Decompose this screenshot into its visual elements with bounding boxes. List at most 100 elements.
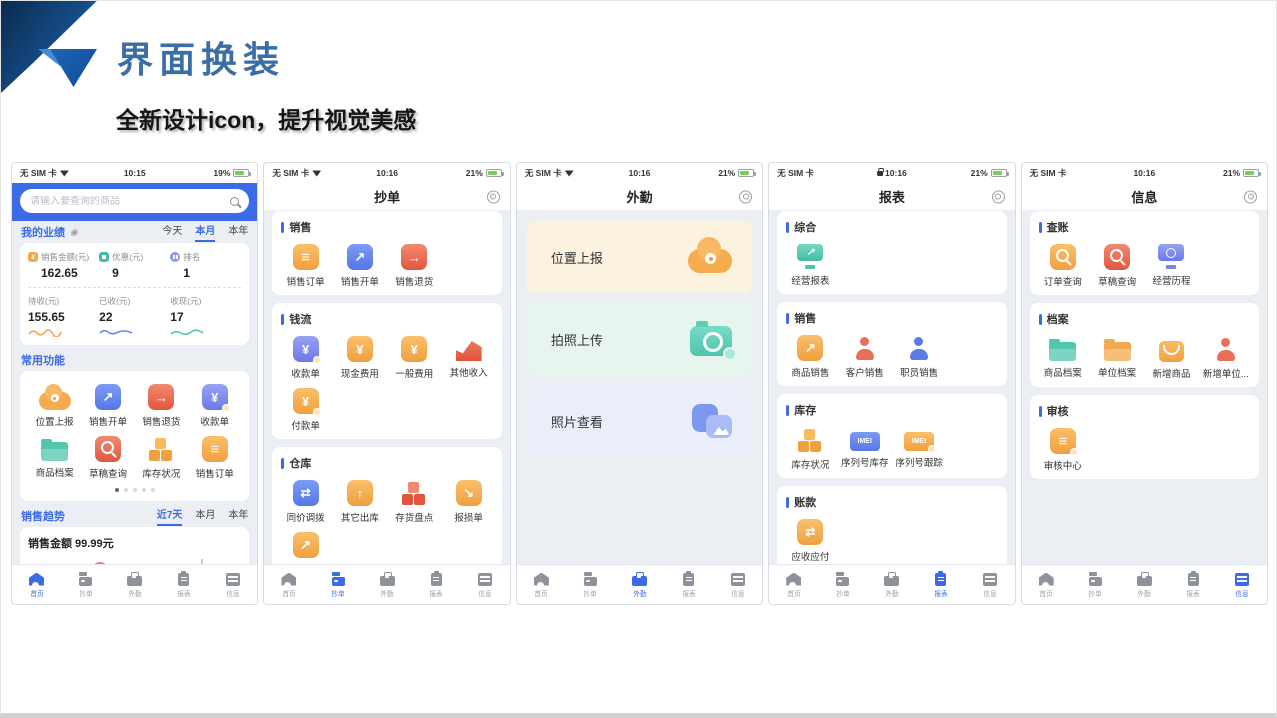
battery-percent: 21%: [466, 168, 483, 178]
pagination-dots[interactable]: [28, 483, 241, 493]
settings-gear-icon[interactable]: [487, 190, 500, 203]
grid-item-audit-center[interactable]: 审核中心: [1036, 423, 1090, 475]
tab-field-work[interactable]: 外勤: [615, 565, 664, 604]
section-bar: [1039, 222, 1042, 233]
tab-reports[interactable]: 报表: [1169, 565, 1218, 604]
grid-item-draft-query[interactable]: 草稿查询: [1090, 239, 1144, 291]
eye-icon[interactable]: [70, 227, 78, 238]
settings-gear-icon[interactable]: [739, 190, 752, 203]
search-icon[interactable]: [230, 197, 239, 206]
tab-info[interactable]: 信息: [1218, 565, 1267, 604]
grid-item-order-query[interactable]: 订单查询: [1036, 239, 1090, 291]
section-bar: [786, 497, 789, 508]
grid-item-general-expense[interactable]: 一般费用: [387, 331, 441, 383]
grid-item-label: 单位档案: [1098, 365, 1136, 379]
grid-item-sales-billing[interactable]: 销售开单: [81, 379, 134, 431]
banner-photo-view[interactable]: 照片查看: [527, 385, 752, 457]
tab-copy-order[interactable]: 抄单: [566, 565, 615, 604]
banner-photo-upload[interactable]: 拍照上传: [527, 303, 752, 375]
grid-item-same-price-transfer[interactable]: 同价调拨: [278, 475, 332, 527]
grid-item-unit-archive[interactable]: 单位档案: [1090, 331, 1144, 383]
tab-field-work[interactable]: 外勤: [363, 565, 412, 604]
tab-home[interactable]: 首页: [517, 565, 566, 604]
badge-dot: [928, 445, 936, 453]
grid-item-product-archive[interactable]: 商品档案: [1036, 331, 1090, 383]
stat-value: 162.65: [41, 266, 99, 280]
grid-item-business-history[interactable]: 经营历程: [1144, 239, 1198, 291]
grid-item-customer-sales[interactable]: 客户销售: [838, 330, 892, 382]
grid-item-new-unit[interactable]: 新增单位...: [1199, 331, 1253, 383]
tab-info[interactable]: 信息: [208, 565, 257, 604]
grid-item-sales-order[interactable]: 销售订单: [278, 239, 332, 291]
tab-info[interactable]: 信息: [966, 565, 1015, 604]
tab-today[interactable]: 今天: [162, 222, 182, 242]
tab-info[interactable]: 信息: [713, 565, 762, 604]
grid-item-staff-sales[interactable]: 职员销售: [892, 330, 946, 382]
grid-item-sales-billing[interactable]: 销售开单: [333, 239, 387, 291]
settings-gear-icon[interactable]: [1244, 190, 1257, 203]
tab-label: 外勤: [633, 589, 646, 599]
tab-this-month[interactable]: 本月: [195, 506, 215, 526]
grid-item-loss-report[interactable]: 报损单: [441, 475, 495, 527]
slide-logo-shape: [1, 1, 105, 93]
drawer-icon: [1235, 573, 1249, 586]
section-bar: [786, 405, 789, 416]
tab-home[interactable]: 首页: [264, 565, 313, 604]
grid-item-location-report[interactable]: 位置上报: [28, 379, 81, 431]
stat-value: 22: [99, 310, 170, 324]
tab-field-work[interactable]: 外勤: [110, 565, 159, 604]
grid-item-label: 销售订单: [287, 274, 325, 288]
grid-item-label: 付款单: [291, 418, 320, 432]
grid-item-product-sales[interactable]: 商品销售: [783, 330, 837, 382]
grid-item-payment-bill[interactable]: 付款单: [278, 383, 332, 435]
section-sales: 销售 销售订单 销售开单 销售退货: [272, 211, 501, 295]
grid-item-receivable-payable[interactable]: 应收应付: [783, 514, 837, 566]
section-title: 仓库: [289, 455, 311, 471]
grid-item-cash-expense[interactable]: 现金费用: [333, 331, 387, 383]
grid-item-other-income[interactable]: 其他收入: [441, 331, 495, 383]
grid-item-other-outbound[interactable]: 其它出库: [333, 475, 387, 527]
tab-copy-order[interactable]: 抄单: [1071, 565, 1120, 604]
grid-item-label: 位置上报: [36, 414, 74, 428]
tab-reports[interactable]: 报表: [664, 565, 713, 604]
grid-item-draft-query[interactable]: 草稿查询: [81, 431, 134, 483]
section-title: 销售: [289, 219, 311, 235]
tab-copy-order[interactable]: 抄单: [61, 565, 110, 604]
grid-item-stock-status[interactable]: 库存状况: [135, 431, 188, 483]
tab-home[interactable]: 首页: [12, 565, 61, 604]
grid-item-serial-tracking[interactable]: IMEI序列号跟踪: [892, 422, 946, 474]
grid-item-business-report[interactable]: 经营报表: [783, 239, 837, 290]
grid-item-stock-taking[interactable]: 存货盘点: [387, 475, 441, 527]
tab-info[interactable]: 信息: [461, 565, 510, 604]
grid-item-sales-return[interactable]: 销售退货: [135, 379, 188, 431]
search-bar[interactable]: [20, 189, 249, 213]
grid-item-serial-stock[interactable]: IMEI序列号库存: [838, 422, 892, 474]
tab-field-work[interactable]: 外勤: [867, 565, 916, 604]
search-input[interactable]: [30, 196, 230, 207]
grid-item-sales-order[interactable]: 销售订单: [188, 431, 241, 483]
tab-reports[interactable]: 报表: [916, 565, 965, 604]
phone-reports: 无 SIM 卡 10:16 21% 报表 综合 经营报表 销售 商品销售 客户销…: [768, 162, 1015, 605]
grid-item-receipt-bill[interactable]: 收款单: [188, 379, 241, 431]
grid-item-new-product[interactable]: 新增商品: [1144, 331, 1198, 383]
tab-last-7-days[interactable]: 近7天: [157, 506, 183, 526]
grid-item-sales-return[interactable]: 销售退货: [387, 239, 441, 291]
settings-gear-icon[interactable]: [992, 190, 1005, 203]
grid-item-product-archive[interactable]: 商品档案: [28, 431, 81, 483]
grid-item-stock-status[interactable]: 库存状况: [783, 422, 837, 474]
banner-location-report[interactable]: 位置上报: [527, 221, 752, 293]
grid-item-receipt-bill[interactable]: 收款单: [278, 331, 332, 383]
tab-this-year[interactable]: 本年: [228, 506, 248, 526]
tab-label: 首页: [535, 589, 548, 599]
tab-this-month[interactable]: 本月: [195, 222, 215, 242]
tab-home[interactable]: 首页: [1022, 565, 1071, 604]
tab-reports[interactable]: 报表: [159, 565, 208, 604]
tab-label: 信息: [731, 589, 744, 599]
tab-reports[interactable]: 报表: [412, 565, 461, 604]
tab-this-year[interactable]: 本年: [228, 222, 248, 242]
tab-home[interactable]: 首页: [769, 565, 818, 604]
tab-field-work[interactable]: 外勤: [1120, 565, 1169, 604]
grid-item-label: 库存状况: [142, 466, 180, 480]
tab-copy-order[interactable]: 抄单: [818, 565, 867, 604]
tab-copy-order[interactable]: 抄单: [313, 565, 362, 604]
